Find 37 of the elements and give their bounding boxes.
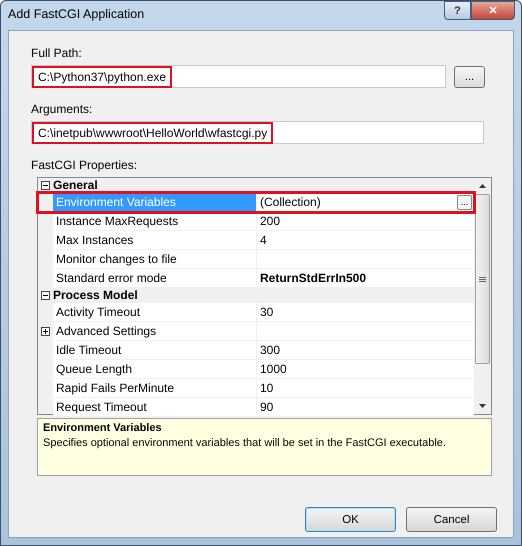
grip-icon [479,276,486,282]
collapse-icon[interactable] [41,290,50,300]
window-title: Add FastCGI Application [8,7,144,21]
property-name[interactable]: Advanced Settings [53,322,257,340]
category-name: Process Model [53,288,138,302]
property-value[interactable]: (Collection) [260,195,321,209]
property-name[interactable]: Monitor changes to file [53,250,257,268]
property-value[interactable]: 200 [260,214,280,228]
property-name[interactable]: Idle Timeout [53,341,257,359]
property-name[interactable]: Rapid Fails PerMinute [53,379,257,397]
property-name[interactable]: Activity Timeout [53,303,257,321]
property-value[interactable]: 90 [260,400,274,414]
category-name: General [53,178,98,192]
edit-button[interactable]: ... [457,194,472,210]
expand-icon[interactable] [41,326,50,336]
arguments-field[interactable]: C:\inetpub\wwwroot\HelloWorld\wfastcgi.py [31,121,484,144]
property-name[interactable]: Request Timeout [53,398,257,416]
property-value[interactable]: 4 [260,233,267,247]
scrollbar[interactable] [474,178,491,414]
description-text: Specifies optional environment variables that will be set in the FastCGI executable. [43,437,447,449]
field-label: Full Path: [31,46,83,62]
property-value[interactable]: 300 [260,343,280,357]
property-value[interactable]: 10 [260,381,274,395]
property-name[interactable]: Standard error mode [53,269,257,287]
browse-button[interactable]: ... [454,66,485,88]
cancel-button[interactable]: Cancel [406,507,497,532]
section-label: FastCGI Properties: [31,158,138,174]
field-label: Arguments: [31,102,94,118]
description-title: Environment Variables [43,422,163,434]
ok-button[interactable]: OK [305,507,396,532]
help-button[interactable]: ? [444,1,471,20]
collapse-icon[interactable] [41,180,50,190]
path-field[interactable]: C:\Python37\python.exe [31,65,446,88]
property-value[interactable]: 30 [260,305,274,319]
property-value[interactable]: 1000 [260,362,287,376]
property-name[interactable]: Queue Length [53,360,257,378]
property-name[interactable]: Max Instances [53,231,257,249]
